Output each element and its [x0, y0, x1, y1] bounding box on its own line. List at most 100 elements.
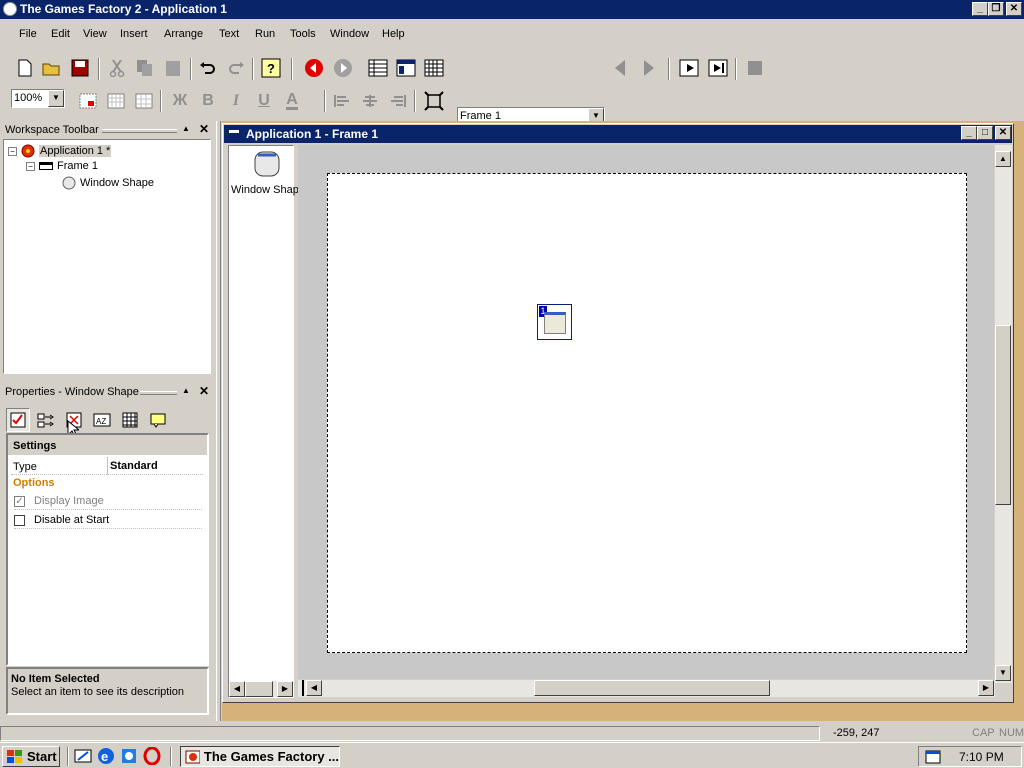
scroll-right-icon[interactable]: ▶ — [277, 681, 293, 697]
menu-arrange[interactable]: Arrange — [164, 28, 203, 40]
scroll-up-icon[interactable]: ▲ — [995, 151, 1011, 167]
collapse-icon[interactable]: − — [26, 161, 35, 171]
panel-splitter[interactable] — [216, 121, 221, 721]
grid-setup-icon[interactable] — [132, 89, 156, 113]
menu-text[interactable]: Text — [219, 28, 239, 40]
panel-close-icon[interactable]: ✕ — [199, 384, 209, 398]
menu-file[interactable]: File — [19, 28, 37, 40]
panel-close-icon[interactable]: ✕ — [199, 122, 209, 136]
italic-icon[interactable]: I — [224, 89, 248, 113]
resize-icon[interactable] — [422, 89, 446, 113]
underline-icon[interactable]: U — [252, 89, 276, 113]
grid-toggle-icon[interactable] — [76, 89, 100, 113]
save-icon[interactable] — [68, 56, 92, 80]
taskbar-games-factory[interactable]: The Games Factory ... — [180, 746, 340, 767]
start-button[interactable]: Start — [2, 746, 60, 767]
cut-icon[interactable] — [105, 56, 129, 80]
left-arrow-icon[interactable] — [608, 56, 632, 80]
object-list-hscroll[interactable]: ◀ ▶ — [229, 681, 293, 697]
menu-help[interactable]: Help — [382, 28, 405, 40]
minimize-button[interactable]: _ — [972, 2, 988, 16]
format-toolbar: 100% ▼ Ж B I U A — [0, 86, 1024, 116]
window-menu-icon[interactable] — [229, 130, 239, 133]
media-player-icon[interactable] — [120, 747, 138, 765]
scroll-left-icon[interactable]: ◀ — [306, 680, 322, 696]
editor-vscroll[interactable]: ▲ ▼ — [995, 145, 1012, 683]
properties-panel: Properties - Window Shape ▲ ✕ AZ Setting… — [0, 383, 216, 719]
frame-close-button[interactable]: ✕ — [995, 126, 1011, 140]
run-frame-icon[interactable] — [677, 56, 701, 80]
panel-pin-icon[interactable]: ▲ — [182, 386, 190, 395]
display-image-row[interactable]: ✓ Display Image — [14, 493, 202, 510]
align-left-icon[interactable] — [330, 89, 354, 113]
window-shape-object-icon[interactable] — [254, 151, 280, 177]
open-icon[interactable] — [40, 56, 64, 80]
type-value[interactable]: Standard — [107, 457, 203, 475]
menu-tools[interactable]: Tools — [290, 28, 316, 40]
restore-button[interactable]: ❐ — [988, 2, 1004, 16]
hscroll-thumb[interactable] — [534, 680, 770, 696]
tab-about[interactable]: AZ — [90, 408, 114, 432]
font-icon[interactable]: Ж — [168, 89, 192, 113]
menu-run[interactable]: Run — [255, 28, 275, 40]
values-grid-icon — [122, 412, 138, 428]
menu-insert[interactable]: Insert — [120, 28, 148, 40]
panel-pin-icon[interactable]: ▲ — [182, 124, 190, 133]
tree-item-frame[interactable]: − Frame 1 — [26, 160, 98, 172]
zoom-select[interactable]: 100% ▼ — [11, 89, 65, 108]
menu-window[interactable]: Window — [330, 28, 369, 40]
scroll-down-icon[interactable]: ▼ — [995, 665, 1011, 681]
display-image-checkbox[interactable]: ✓ — [14, 495, 25, 507]
tab-settings[interactable] — [6, 408, 30, 432]
stop-icon[interactable] — [743, 56, 767, 80]
cursor-coordinates: -259, 247 — [833, 727, 880, 739]
clock[interactable]: 7:10 PM — [959, 750, 1004, 764]
snap-to-grid-icon[interactable] — [104, 89, 128, 113]
paste-icon[interactable] — [161, 56, 185, 80]
scroll-right-icon[interactable]: ▶ — [978, 680, 994, 696]
right-arrow-icon[interactable] — [637, 56, 661, 80]
show-desktop-icon[interactable] — [74, 748, 92, 764]
align-right-icon[interactable] — [386, 89, 410, 113]
scroll-left-icon[interactable]: ◀ — [229, 681, 245, 697]
redo-icon[interactable] — [224, 56, 248, 80]
scheduler-icon[interactable] — [925, 749, 941, 764]
menu-view[interactable]: View — [83, 28, 107, 40]
event-editor-icon[interactable] — [422, 56, 446, 80]
run-application-icon[interactable] — [706, 56, 730, 80]
disable-at-start-row[interactable]: Disable at Start — [14, 512, 202, 529]
tree-item-application[interactable]: − Application 1 * — [8, 144, 112, 158]
new-icon[interactable] — [13, 56, 37, 80]
frame-maximize-button[interactable]: □ — [977, 126, 993, 140]
tree-item-window-shape[interactable]: Window Shape — [62, 176, 154, 190]
internet-explorer-icon[interactable]: e — [97, 747, 115, 765]
close-button[interactable]: ✕ — [1006, 2, 1022, 16]
help-icon[interactable]: ? — [259, 56, 283, 80]
tab-comments[interactable] — [146, 408, 170, 432]
frame-area[interactable] — [327, 173, 967, 653]
collapse-icon[interactable]: − — [8, 146, 17, 156]
previous-frame-icon[interactable] — [302, 56, 326, 80]
bold-icon[interactable]: B — [196, 89, 220, 113]
window-title: The Games Factory 2 - Application 1 — [20, 2, 227, 16]
opera-icon[interactable] — [143, 747, 161, 765]
tab-display[interactable] — [34, 408, 58, 432]
title-bar: The Games Factory 2 - Application 1 _ ❐ … — [0, 0, 1024, 19]
align-center-icon[interactable] — [358, 89, 382, 113]
window-shape-object[interactable]: 1 — [537, 304, 572, 340]
next-frame-icon[interactable] — [331, 56, 355, 80]
copy-icon[interactable] — [133, 56, 157, 80]
vscroll-thumb[interactable] — [995, 325, 1011, 505]
frame-minimize-button[interactable]: _ — [961, 126, 977, 140]
storyboard-editor-icon[interactable] — [366, 56, 390, 80]
frame-editor-icon[interactable] — [394, 56, 418, 80]
undo-icon[interactable] — [196, 56, 220, 80]
window-shape-label: Window Shape — [80, 177, 154, 189]
text-color-icon[interactable]: A — [280, 89, 304, 113]
disable-at-start-checkbox[interactable] — [14, 514, 25, 526]
svg-text:e: e — [101, 749, 108, 764]
editor-hscroll[interactable]: ◀ ▶ — [298, 680, 995, 697]
menu-edit[interactable]: Edit — [51, 28, 70, 40]
chevron-down-icon[interactable]: ▼ — [48, 90, 64, 107]
tab-values[interactable] — [118, 408, 142, 432]
